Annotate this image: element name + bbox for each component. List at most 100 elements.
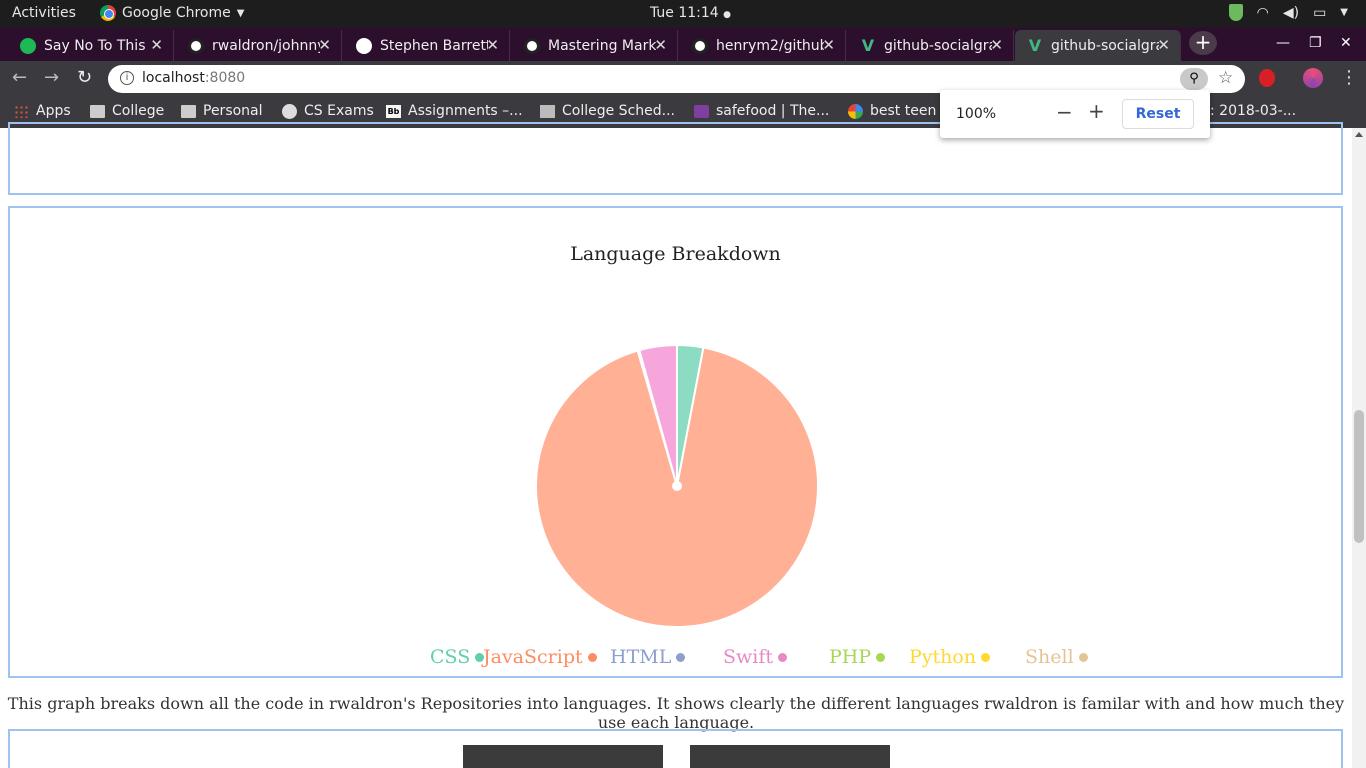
system-top-bar: Activities Google Chrome ▼ Tue 11:14 ● ◠… [0, 0, 1366, 27]
close-icon[interactable]: ✕ [990, 36, 1003, 54]
dark-button-right[interactable] [690, 745, 890, 768]
chrome-icon [100, 5, 116, 21]
tab-title: github-socialgraph [884, 37, 992, 54]
page-scrollbar[interactable] [1352, 128, 1366, 768]
legend-item-python[interactable]: Python [909, 646, 991, 668]
menu-kebab-icon[interactable]: ⋮ [1340, 67, 1358, 88]
bookmark-label: College Sched... [562, 103, 675, 119]
bookmark-label: safefood | The... [716, 103, 830, 119]
info-icon[interactable]: i [120, 71, 134, 85]
address-bar[interactable]: i localhost:8080 ⚲ ☆ [108, 65, 1245, 93]
legend-label: Shell [1025, 646, 1074, 668]
bookmark-star-icon[interactable]: ☆ [1218, 68, 1233, 88]
zoom-out-button[interactable]: − [1056, 100, 1073, 124]
bookmark-college-schedule[interactable]: College Sched... [540, 103, 675, 119]
tab-socialgraph-active[interactable]: V github-socialgraph ✕ [1015, 30, 1181, 61]
apps-grid-icon [14, 104, 29, 118]
scrollbar-thumb[interactable] [1354, 410, 1364, 543]
tab-title: rwaldron/johnny-five [212, 37, 320, 54]
tab-stephen-barrett[interactable]: Stephen Barrett ✕ [344, 30, 510, 61]
close-icon[interactable]: ✕ [318, 36, 331, 54]
bookmark-label: College [112, 103, 165, 119]
pie-center-dot [672, 481, 682, 491]
legend-item-shell[interactable]: Shell [1025, 646, 1088, 668]
safefood-icon [694, 104, 709, 118]
vue-icon: V [1028, 36, 1042, 55]
image-icon [540, 104, 555, 118]
tab-socialgraph-1[interactable]: V github-socialgraph ✕ [848, 30, 1014, 61]
tab-johnny-five[interactable]: rwaldron/johnny-five ✕ [176, 30, 342, 61]
pie-chart [535, 343, 819, 628]
close-icon[interactable]: ✕ [654, 36, 667, 54]
forward-arrow-icon[interactable]: → [44, 67, 59, 88]
close-icon[interactable]: ✕ [150, 36, 163, 54]
notification-dot-icon: ● [723, 10, 732, 20]
maximize-icon[interactable]: ❐ [1309, 35, 1322, 51]
clock[interactable]: Tue 11:14 ● [650, 5, 731, 21]
tab-title: henrym2/github [716, 37, 824, 54]
bookmark-personal[interactable]: Personal [181, 103, 263, 119]
legend-label: CSS [430, 646, 471, 668]
tab-henrym2[interactable]: henrym2/github ✕ [680, 30, 846, 61]
globe-icon [356, 37, 372, 54]
bookmark-label: best teen [870, 103, 937, 119]
folder-icon [181, 104, 196, 118]
legend-item-php[interactable]: PHP [829, 646, 886, 668]
bookmark-assignments[interactable]: Bb Assignments –... [386, 103, 523, 119]
screen: Activities Google Chrome ▼ Tue 11:14 ● ◠… [0, 0, 1366, 768]
legend-label: Swift [723, 646, 774, 668]
caret-down-icon: ▼ [236, 7, 245, 19]
bookmark-2018[interactable]: : 2018-03-... [1210, 103, 1296, 119]
extension-stop-icon[interactable] [1259, 69, 1275, 87]
bookmark-label: Apps [36, 103, 71, 119]
legend-item-html[interactable]: HTML [610, 646, 686, 668]
window-close-icon[interactable]: ✕ [1340, 35, 1352, 51]
next-card [8, 729, 1343, 768]
zoom-in-button[interactable]: + [1088, 99, 1105, 123]
back-arrow-icon[interactable]: ← [12, 67, 27, 88]
github-icon [188, 37, 204, 54]
bookmark-safefood[interactable]: safefood | The... [694, 103, 829, 119]
close-icon[interactable]: ✕ [1157, 36, 1170, 54]
profile-avatar[interactable] [1303, 68, 1323, 88]
chart-card: Language Breakdown CSS JavaScript HTML S… [8, 206, 1343, 678]
github-icon [692, 37, 708, 54]
new-tab-button[interactable]: + [1189, 31, 1217, 55]
zoom-popup: 100% − + Reset [940, 90, 1210, 138]
system-tray[interactable]: ◠ ◀) ▭ ▼ [1228, 4, 1348, 21]
clock-text: Tue 11:14 [650, 5, 719, 21]
reload-icon[interactable]: ↻ [77, 67, 92, 88]
battery-icon: ▭ [1313, 4, 1327, 21]
close-icon[interactable]: ✕ [822, 36, 835, 54]
url-text[interactable]: localhost:8080 [142, 70, 245, 86]
dark-button-left[interactable] [463, 745, 663, 768]
bookmark-best-teen[interactable]: best teen [848, 103, 936, 119]
app-menu[interactable]: Google Chrome ▼ [100, 5, 244, 21]
blackboard-icon: Bb [386, 104, 401, 118]
zoom-magnifier-icon[interactable]: ⚲ [1180, 68, 1208, 90]
scroll-up-arrow-icon[interactable] [1355, 132, 1363, 137]
legend-label: JavaScript [483, 646, 583, 668]
bookmark-apps[interactable]: Apps [14, 103, 71, 119]
bookmark-college[interactable]: College [90, 103, 164, 119]
minimize-icon[interactable]: — [1276, 35, 1290, 51]
legend-item-javascript[interactable]: JavaScript [483, 646, 597, 668]
tab-strip: Say No To This ✕ rwaldron/johnny-five ✕ … [0, 27, 1366, 61]
activities-button[interactable]: Activities [12, 5, 76, 21]
tab-title: Mastering Markdown [548, 37, 656, 54]
vue-icon: V [861, 36, 875, 55]
legend-dot [1078, 652, 1088, 662]
zoom-reset-button[interactable]: Reset [1122, 99, 1194, 129]
wifi-icon: ◠ [1256, 4, 1269, 21]
legend-item-css[interactable]: CSS [430, 646, 485, 668]
close-icon[interactable]: ✕ [486, 36, 499, 54]
tab-mastering-markdown[interactable]: Mastering Markdown ✕ [512, 30, 678, 61]
legend-label: PHP [829, 646, 872, 668]
bookmark-cs-exams[interactable]: CS Exams [282, 103, 374, 119]
zoom-level: 100% [956, 106, 997, 122]
shield-icon[interactable] [1228, 4, 1243, 21]
bookmark-label: Assignments –... [408, 103, 523, 119]
github-icon [524, 37, 540, 54]
tab-spotify[interactable]: Say No To This ✕ [8, 30, 174, 61]
legend-item-swift[interactable]: Swift [723, 646, 788, 668]
